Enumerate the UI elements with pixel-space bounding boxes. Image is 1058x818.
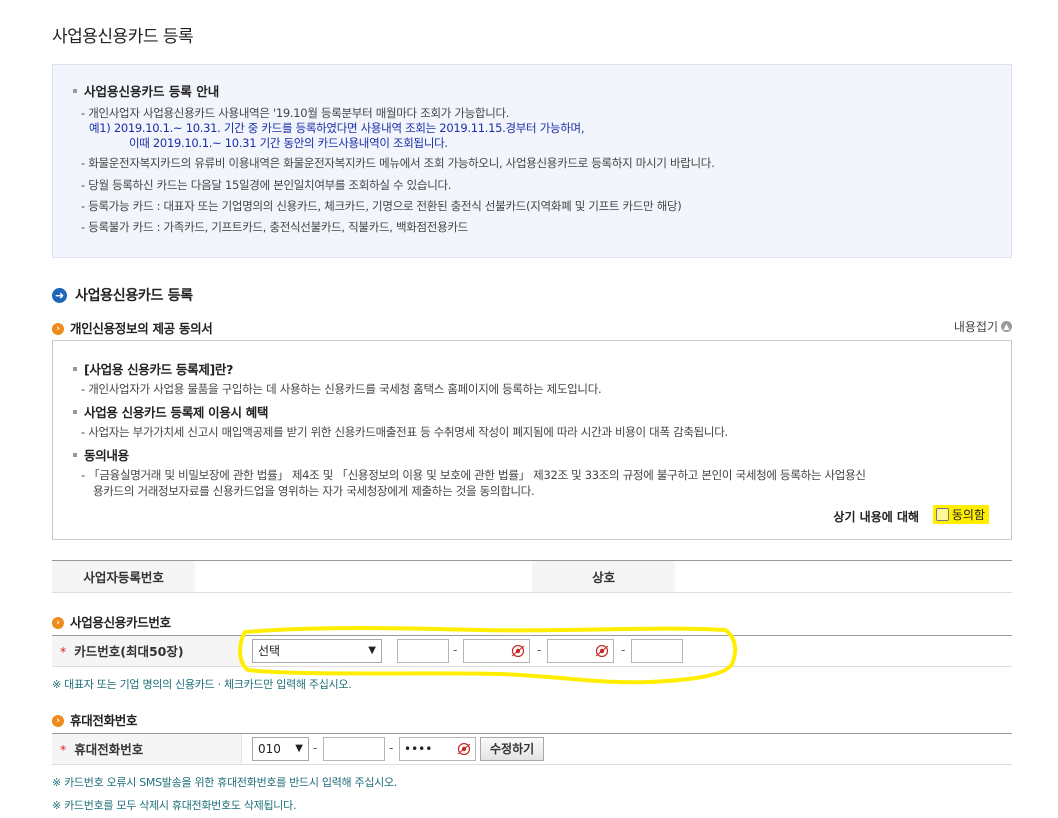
card-number-seg1-input[interactable] [397,639,449,663]
phone-prefix-select[interactable]: 010 ▼ [252,737,309,761]
phone-section-title-text: 휴대전화번호 [70,713,138,728]
chevron-down-icon: ▼ [368,645,376,656]
consent-heading: 동의내용 [73,445,129,464]
guide-line: - 등록가능 카드 : 대표자 또는 기업명의의 신용카드, 체크카드, 기명으… [81,199,682,213]
biz-no-label: 사업자등록번호 [52,560,196,593]
card-number-seg2-input[interactable] [463,639,530,663]
eye-icon[interactable] [595,645,609,657]
agree-checkbox-label: 동의함 [951,508,985,522]
card-number-label: * 카드번호(최대50장) [52,636,242,666]
guide-example-line: 예1) 2019.10.1.~ 10.31. 기간 중 카드를 등록하였다면 사… [89,121,585,135]
bullet-icon [73,409,77,414]
card-number-label-text: 카드번호(최대50장) [74,644,184,659]
bullet-icon [73,366,77,371]
card-section-title: › 사업용신용카드번호 [52,612,171,631]
phone-note-1: ※ 카드번호 오류시 SMS발송을 위한 휴대전화번호를 반드시 입력해 주십시… [52,776,398,789]
bullet-icon [73,88,77,93]
chevron-down-icon: ▼ [295,743,303,754]
eye-icon[interactable] [511,645,525,657]
section-title: ➜ 사업용신용카드 등록 [52,285,193,305]
dash-separator: - [389,741,394,755]
phone-label-text: 휴대전화번호 [74,742,144,757]
dash-separator: - [313,741,318,755]
guide-box: 사업용신용카드 등록 안내 - 개인사업자 사업용신용카드 사용내역은 '19.… [52,64,1012,258]
phone-middle-input[interactable] [323,737,385,761]
consent-line: - 사업자는 부가가치세 신고시 매입액공제를 받기 위한 신용카드매출전표 등… [81,425,728,439]
eye-icon[interactable] [457,743,471,755]
biz-no-value [195,561,532,593]
dash-separator: - [537,643,542,657]
company-label: 상호 [531,560,676,593]
card-number-seg3-input[interactable] [547,639,614,663]
phone-last-value: •••• [404,742,433,756]
guide-title-text: 사업용신용카드 등록 안내 [84,84,220,99]
chevron-right-circle-icon: › [52,714,64,727]
collapse-label: 내용접기 [953,320,998,334]
phone-prefix-value: 010 [258,742,281,756]
consent-heading-text: 사업용 신용카드 등록제 이용시 혜택 [84,405,269,420]
guide-line: - 등록불가 카드 : 가족카드, 기프트카드, 충전식선불카드, 직불카드, … [81,220,468,234]
card-number-row: * 카드번호(최대50장) [52,635,1012,667]
consent-heading-text: 동의내용 [84,448,129,463]
section-title-text: 사업용신용카드 등록 [75,288,193,304]
agree-checkbox[interactable]: 동의함 [932,505,989,524]
guide-line: - 당월 등록하신 카드는 다음달 15일경에 본인일치여부를 조회하실 수 있… [81,178,452,192]
phone-label: * 휴대전화번호 [52,734,242,764]
required-star-icon: * [60,742,67,757]
dash-separator: - [621,643,626,657]
consent-title: › 개인신용정보의 제공 동의서 [52,318,213,337]
bullet-icon [73,452,77,457]
consent-title-text: 개인신용정보의 제공 동의서 [70,321,213,336]
dash-separator: - [453,643,458,657]
business-info-table: 사업자등록번호 상호 [52,560,1012,593]
consent-line: - 「금융실명거래 및 비밀보장에 관한 법률」 제4조 및 「신용정보의 이용… [81,468,866,482]
agree-row: 상기 내용에 대해 동의함 [833,505,989,525]
guide-example-line: 이때 2019.10.1.~ 10.31 기간 동안의 카드사용내역이 조회됩니… [129,136,448,150]
chevron-right-circle-icon: › [52,322,64,335]
phone-note-2: ※ 카드번호를 모두 삭제시 휴대전화번호도 삭제됩니다. [52,799,297,812]
edit-phone-button[interactable]: 수정하기 [480,737,545,761]
collapse-button[interactable]: 내용접기 ▲ [954,318,1012,335]
phone-section-title: › 휴대전화번호 [52,710,138,729]
agree-label: 상기 내용에 대해 [833,510,920,524]
card-company-select-value: 선택 [258,644,281,658]
card-number-seg4-input[interactable] [631,639,683,663]
page-title: 사업용신용카드 등록 [52,27,194,47]
chevron-up-icon: ▲ [1001,321,1012,332]
consent-heading: 사업용 신용카드 등록제 이용시 혜택 [73,402,269,421]
phone-last-input[interactable]: •••• [399,737,476,761]
checkbox-icon [935,508,949,521]
card-note: ※ 대표자 또는 기업 명의의 신용카드 · 체크카드만 입력해 주십시오. [52,678,352,691]
card-company-select[interactable]: 선택 ▼ [252,639,382,663]
required-star-icon: * [60,644,67,659]
chevron-right-circle-icon: › [52,616,64,629]
consent-line: 용카드의 거래정보자료를 신용카드업을 영위하는 자가 국세청장에게 제출하는 … [93,484,535,498]
card-section-title-text: 사업용신용카드번호 [70,615,171,630]
consent-box: [사업용 신용카드 등록제]란? - 개인사업자가 사업용 물품을 구입하는 데… [52,340,1012,540]
guide-title: 사업용신용카드 등록 안내 [73,81,219,100]
arrow-right-circle-icon: ➜ [52,287,67,303]
consent-line: - 개인사업자가 사업용 물품을 구입하는 데 사용하는 신용카드를 국세청 홈… [81,382,602,396]
guide-line: - 화물운전자복지카드의 유류비 이용내역은 화물운전자복지카드 메뉴에서 조회… [81,156,715,170]
consent-heading-text: [사업용 신용카드 등록제]란? [84,362,234,377]
company-value [675,561,1012,593]
guide-line: - 개인사업자 사업용신용카드 사용내역은 '19.10월 등록분부터 매월마다… [81,106,510,120]
consent-heading: [사업용 신용카드 등록제]란? [73,359,233,378]
